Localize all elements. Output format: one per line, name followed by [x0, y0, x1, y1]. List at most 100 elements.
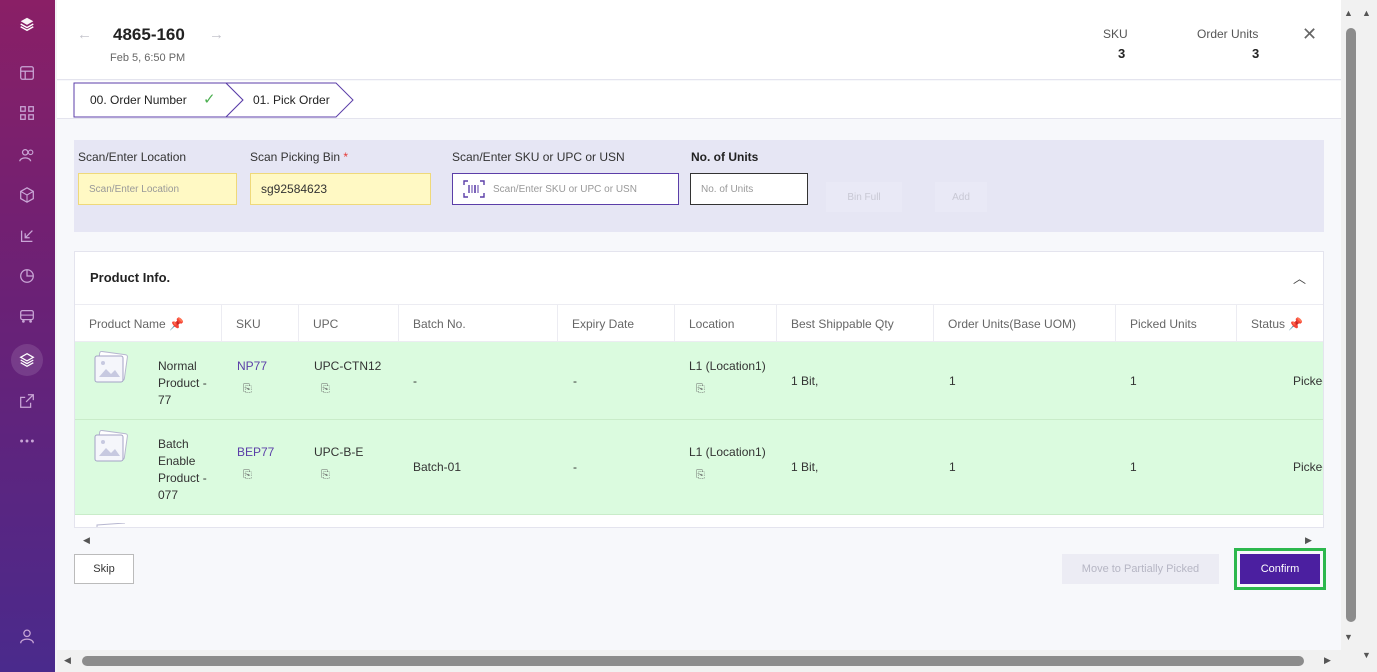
truck-icon[interactable] — [15, 304, 39, 328]
scroll-down-icon[interactable]: ▼ — [1362, 650, 1371, 660]
inbound-icon[interactable] — [15, 224, 39, 248]
col-order-units[interactable]: Order Units(Base UOM) — [934, 305, 1116, 343]
pin-icon[interactable]: 📌 — [1288, 317, 1303, 331]
picking-bin-label-text: Scan Picking Bin — [250, 150, 341, 164]
units-placeholder: No. of Units — [701, 183, 754, 195]
sku-label: SKU — [1103, 27, 1128, 41]
scroll-left-icon[interactable]: ◀ — [64, 655, 71, 666]
product-name-line: Product - — [158, 471, 207, 485]
status-value: Picked — [1293, 460, 1323, 474]
sku-link[interactable]: NP77 — [237, 359, 267, 373]
copy-icon[interactable]: ⎘ — [696, 469, 705, 482]
order-units-label: Order Units — [1197, 27, 1259, 41]
dashboard-icon[interactable] — [15, 61, 39, 85]
layers-icon[interactable] — [15, 348, 39, 372]
product-image-icon — [94, 351, 128, 383]
step-order-number[interactable]: 00. Order Number — [90, 93, 187, 107]
col-batch[interactable]: Batch No. — [399, 305, 558, 343]
product-name-line: Product - — [158, 376, 207, 390]
order-units-value: 1 — [949, 460, 956, 474]
picking-bin-label: Scan Picking Bin * — [250, 150, 348, 164]
confirm-highlight: Confirm — [1234, 548, 1326, 590]
more-icon[interactable] — [15, 429, 39, 453]
location-value: L1 (Location1) — [689, 359, 766, 373]
expiry-value: - — [573, 460, 577, 474]
close-icon[interactable]: ✕ — [1302, 24, 1317, 45]
table-row-partial — [75, 515, 1323, 527]
col-location[interactable]: Location — [675, 305, 777, 343]
bin-full-button[interactable]: Bin Full — [826, 182, 902, 212]
col-picked-units[interactable]: Picked Units — [1116, 305, 1237, 343]
sku-scan-input[interactable]: Scan/Enter SKU or UPC or USN — [452, 173, 679, 205]
location-input[interactable]: Scan/Enter Location — [78, 173, 237, 205]
sku-scan-label: Scan/Enter SKU or UPC or USN — [452, 150, 625, 164]
units-input[interactable]: No. of Units — [690, 173, 808, 205]
col-status[interactable]: Status 📌 — [1237, 305, 1323, 343]
copy-icon[interactable]: ⎘ — [696, 383, 705, 396]
pin-icon[interactable]: 📌 — [169, 317, 184, 331]
add-button[interactable]: Add — [935, 182, 987, 212]
sku-value: 3 — [1118, 46, 1126, 61]
scroll-right-icon[interactable]: ▶ — [1324, 655, 1331, 666]
skip-button[interactable]: Skip — [74, 554, 134, 584]
upc-value: UPC-B-E — [314, 445, 364, 459]
product-name: Normal Product - 77 — [158, 358, 207, 409]
scan-form: Scan/Enter Location Scan/Enter Location … — [74, 140, 1324, 232]
sku-scan-placeholder: Scan/Enter SKU or UPC or USN — [493, 183, 637, 195]
col-product-name-text: Product Name — [89, 317, 166, 331]
required-asterisk: * — [343, 150, 349, 164]
next-order-arrow-icon[interactable]: → — [209, 26, 224, 43]
scroll-up-icon[interactable]: ▲ — [1362, 8, 1371, 18]
step-pick-order[interactable]: 01. Pick Order — [253, 93, 330, 107]
copy-icon[interactable]: ⎘ — [243, 469, 252, 482]
units-label: No. of Units — [691, 150, 759, 164]
table-row[interactable]: Batch Enable Product - 077 BEP77 ⎘ UPC-B… — [75, 420, 1323, 515]
picked-units-value: 1 — [1130, 460, 1137, 474]
copy-icon[interactable]: ⎘ — [321, 383, 330, 396]
table-scroll-right-icon[interactable]: ▶ — [1305, 535, 1312, 546]
location-label: Scan/Enter Location — [78, 150, 187, 164]
col-product-name[interactable]: Product Name 📌 — [75, 305, 222, 343]
location-placeholder: Scan/Enter Location — [89, 183, 180, 195]
col-upc[interactable]: UPC — [299, 305, 399, 343]
table-scroll-left-icon[interactable]: ◀ — [83, 535, 90, 546]
product-name-line: Normal — [158, 359, 197, 373]
external-link-icon[interactable] — [15, 389, 39, 413]
copy-icon[interactable]: ⎘ — [321, 469, 330, 482]
product-name: Batch Enable Product - 077 — [158, 436, 207, 504]
collapse-chevron-icon[interactable]: ︿ — [1293, 268, 1306, 287]
scroll-up-icon[interactable]: ▲ — [1344, 8, 1353, 18]
horizontal-scroll-thumb[interactable] — [82, 656, 1304, 666]
users-icon[interactable] — [15, 143, 39, 167]
col-best-qty[interactable]: Best Shippable Qty — [777, 305, 934, 343]
upc-value: UPC-CTN12 — [314, 359, 382, 373]
picked-units-value: 1 — [1130, 374, 1137, 388]
picking-bin-input[interactable]: sg92584623 — [250, 173, 431, 205]
best-qty-value: 1 Bit, — [791, 374, 819, 388]
grid-icon[interactable] — [15, 101, 39, 125]
profile-icon[interactable] — [15, 624, 39, 648]
product-info-card: Product Info. ︿ Product Name 📌 SKU UPC B… — [74, 251, 1324, 528]
expiry-value: - — [573, 374, 577, 388]
move-to-partially-picked-button[interactable]: Move to Partially Picked — [1062, 554, 1219, 584]
reports-icon[interactable] — [15, 264, 39, 288]
vertical-scroll-thumb[interactable] — [1346, 28, 1356, 622]
prev-order-arrow-icon[interactable]: ← — [77, 26, 92, 43]
sku-link[interactable]: BEP77 — [237, 445, 274, 459]
col-sku[interactable]: SKU — [222, 305, 299, 343]
scroll-down-icon[interactable]: ▼ — [1344, 632, 1353, 642]
col-expiry[interactable]: Expiry Date — [558, 305, 675, 343]
table-row[interactable]: Normal Product - 77 NP77 ⎘ UPC-CTN12 ⎘ -… — [75, 342, 1323, 420]
status-value: Picked — [1293, 374, 1323, 388]
copy-icon[interactable]: ⎘ — [243, 383, 252, 396]
box-icon[interactable] — [15, 183, 39, 207]
app-logo-icon[interactable] — [15, 12, 39, 36]
sidebar — [0, 0, 55, 672]
pick-order-panel: ← 4865-160 → Feb 5, 6:50 PM SKU 3 Order … — [57, 0, 1341, 650]
confirm-button[interactable]: Confirm — [1240, 554, 1320, 584]
batch-value: Batch-01 — [413, 460, 462, 474]
order-header: ← 4865-160 → Feb 5, 6:50 PM SKU 3 Order … — [57, 0, 1341, 80]
barcode-icon[interactable] — [463, 180, 485, 198]
product-info-title: Product Info. — [90, 270, 171, 285]
product-name-line: Enable — [158, 454, 196, 468]
